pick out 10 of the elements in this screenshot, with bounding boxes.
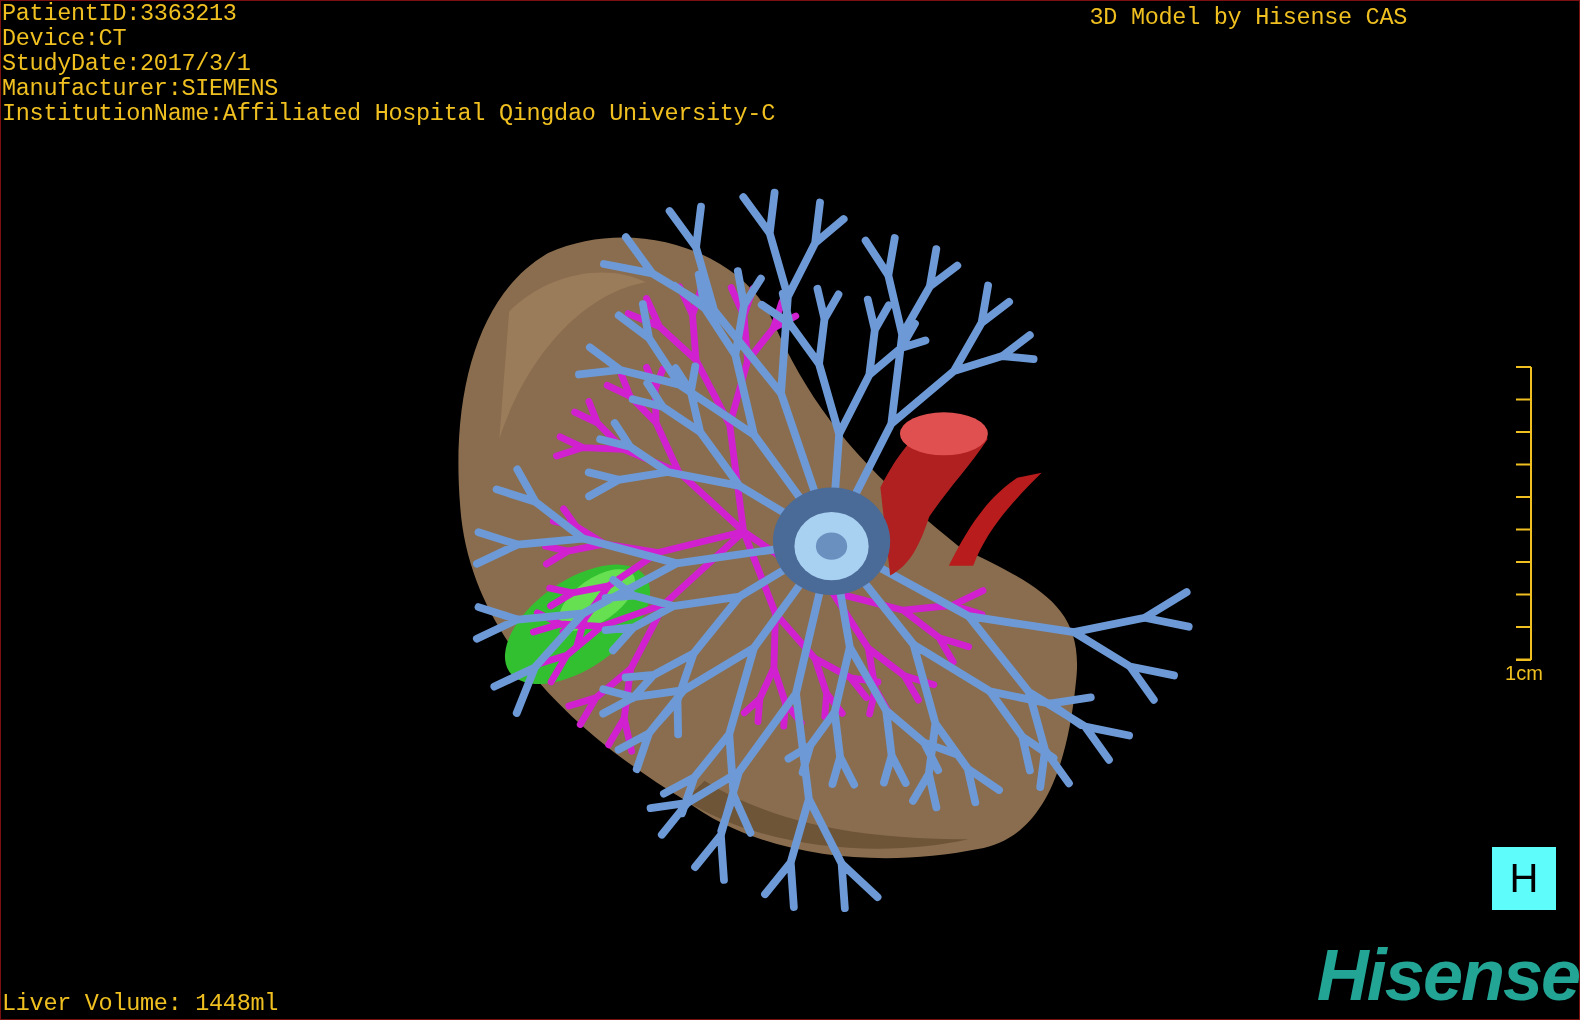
liver-volume-text: Liver Volume: 1448ml bbox=[1, 989, 279, 1019]
info-text: Device:CT bbox=[2, 26, 128, 51]
brand-logo: Hisense bbox=[1316, 937, 1579, 1013]
scale-label: 1cm bbox=[1505, 661, 1543, 685]
view-button[interactable]: H bbox=[1492, 847, 1556, 910]
info-text: InstitutionName:Affiliated Hospital Qingdao University-C bbox=[2, 101, 775, 126]
viewer-title: 3D Model by Hisense CAS bbox=[1089, 3, 1407, 33]
info-text: PatientID:3363213 bbox=[2, 1, 238, 26]
info-text: StudyDate:2017/3/1 bbox=[2, 51, 252, 76]
info-text: Manufacturer:SIEMENS bbox=[2, 76, 280, 101]
